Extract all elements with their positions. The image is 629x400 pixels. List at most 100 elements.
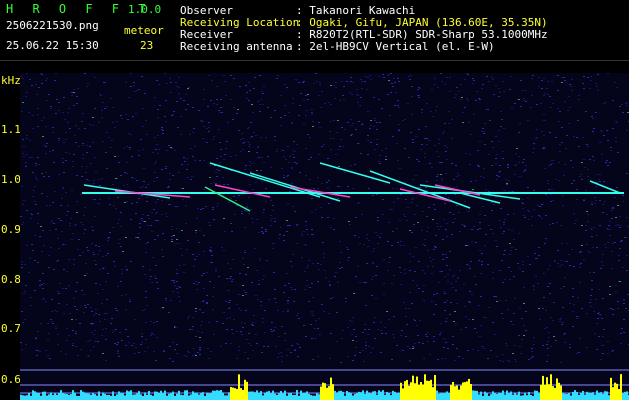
noise-pixel bbox=[72, 343, 74, 344]
noise-pixel bbox=[239, 86, 241, 87]
noise-pixel bbox=[491, 77, 493, 78]
noise-pixel bbox=[22, 139, 24, 140]
noise-pixel bbox=[507, 360, 509, 361]
noise-pixel bbox=[602, 204, 604, 205]
noise-pixel bbox=[292, 103, 294, 104]
noise-pixel bbox=[321, 304, 323, 305]
noise-pixel bbox=[68, 259, 70, 260]
noise-pixel bbox=[127, 336, 129, 337]
noise-pixel bbox=[165, 166, 167, 167]
noise-pixel bbox=[187, 88, 189, 89]
noise-pixel bbox=[561, 264, 563, 265]
noise-pixel bbox=[607, 165, 609, 166]
noise-pixel bbox=[533, 148, 535, 149]
noise-pixel bbox=[93, 315, 95, 316]
noise-pixel bbox=[411, 199, 413, 200]
app-version: 1.0.0 bbox=[128, 3, 162, 16]
noise-pixel bbox=[359, 105, 361, 106]
noise-pixel bbox=[48, 94, 50, 95]
noise-pixel bbox=[410, 132, 412, 133]
noise-pixel bbox=[574, 223, 576, 224]
noise-pixel bbox=[208, 122, 210, 123]
noise-pixel bbox=[250, 171, 252, 172]
noise-pixel bbox=[590, 80, 592, 81]
noise-pixel bbox=[467, 74, 469, 75]
noise-pixel bbox=[433, 314, 435, 315]
level-bar bbox=[418, 384, 420, 400]
noise-pixel bbox=[479, 250, 481, 251]
level-bar bbox=[304, 392, 306, 400]
level-bar bbox=[232, 387, 234, 400]
noise-pixel bbox=[169, 78, 171, 79]
noise-pixel bbox=[47, 340, 49, 341]
noise-pixel bbox=[89, 340, 91, 341]
noise-pixel bbox=[240, 151, 242, 152]
noise-pixel bbox=[244, 252, 246, 253]
noise-pixel bbox=[612, 309, 614, 310]
noise-pixel bbox=[467, 245, 469, 246]
noise-pixel bbox=[174, 349, 176, 350]
noise-pixel bbox=[305, 95, 307, 96]
noise-pixel bbox=[43, 283, 45, 284]
level-bar bbox=[176, 393, 178, 400]
noise-pixel bbox=[500, 208, 502, 209]
noise-pixel bbox=[223, 184, 225, 185]
noise-pixel bbox=[192, 132, 194, 133]
noise-pixel bbox=[243, 142, 245, 143]
noise-pixel bbox=[435, 235, 437, 236]
noise-pixel bbox=[212, 209, 214, 210]
noise-pixel bbox=[256, 343, 258, 344]
noise-pixel bbox=[226, 318, 228, 319]
noise-pixel bbox=[581, 245, 583, 246]
noise-pixel bbox=[312, 315, 314, 316]
noise-pixel bbox=[418, 261, 420, 262]
noise-pixel bbox=[129, 301, 131, 302]
noise-pixel bbox=[102, 256, 104, 257]
level-bar bbox=[354, 393, 356, 400]
noise-pixel bbox=[596, 349, 598, 350]
noise-pixel bbox=[570, 86, 572, 87]
noise-pixel bbox=[69, 313, 71, 314]
noise-pixel bbox=[417, 335, 419, 336]
noise-pixel bbox=[415, 136, 417, 137]
noise-pixel bbox=[541, 204, 543, 205]
noise-pixel bbox=[49, 151, 51, 152]
noise-pixel bbox=[97, 341, 99, 342]
noise-pixel bbox=[589, 302, 591, 303]
noise-pixel bbox=[211, 80, 213, 81]
noise-pixel bbox=[210, 262, 212, 263]
noise-pixel bbox=[107, 238, 109, 239]
noise-pixel bbox=[552, 160, 554, 161]
noise-pixel bbox=[106, 106, 108, 107]
noise-pixel bbox=[24, 319, 26, 320]
noise-pixel bbox=[87, 341, 89, 342]
noise-pixel bbox=[117, 156, 119, 157]
noise-pixel bbox=[144, 309, 146, 310]
noise-pixel bbox=[615, 291, 617, 292]
noise-pixel bbox=[278, 336, 280, 337]
noise-pixel bbox=[456, 87, 458, 88]
level-bar bbox=[46, 395, 48, 400]
level-bar bbox=[320, 386, 322, 400]
noise-pixel bbox=[162, 233, 164, 234]
noise-pixel bbox=[432, 259, 434, 260]
noise-pixel bbox=[66, 328, 68, 329]
noise-pixel bbox=[429, 257, 431, 258]
noise-pixel bbox=[602, 254, 604, 255]
noise-pixel bbox=[242, 327, 244, 328]
noise-pixel bbox=[35, 163, 37, 164]
noise-pixel bbox=[153, 209, 155, 210]
noise-pixel bbox=[40, 323, 42, 324]
noise-pixel bbox=[315, 73, 317, 74]
noise-pixel bbox=[409, 79, 411, 80]
noise-pixel bbox=[443, 347, 445, 348]
noise-pixel bbox=[131, 177, 133, 178]
noise-pixel bbox=[389, 115, 391, 116]
noise-pixel bbox=[223, 250, 225, 251]
noise-pixel bbox=[260, 305, 262, 306]
noise-pixel bbox=[238, 350, 240, 351]
noise-pixel bbox=[547, 94, 549, 95]
noise-pixel bbox=[524, 217, 526, 218]
noise-pixel bbox=[591, 204, 593, 205]
noise-pixel bbox=[49, 230, 51, 231]
